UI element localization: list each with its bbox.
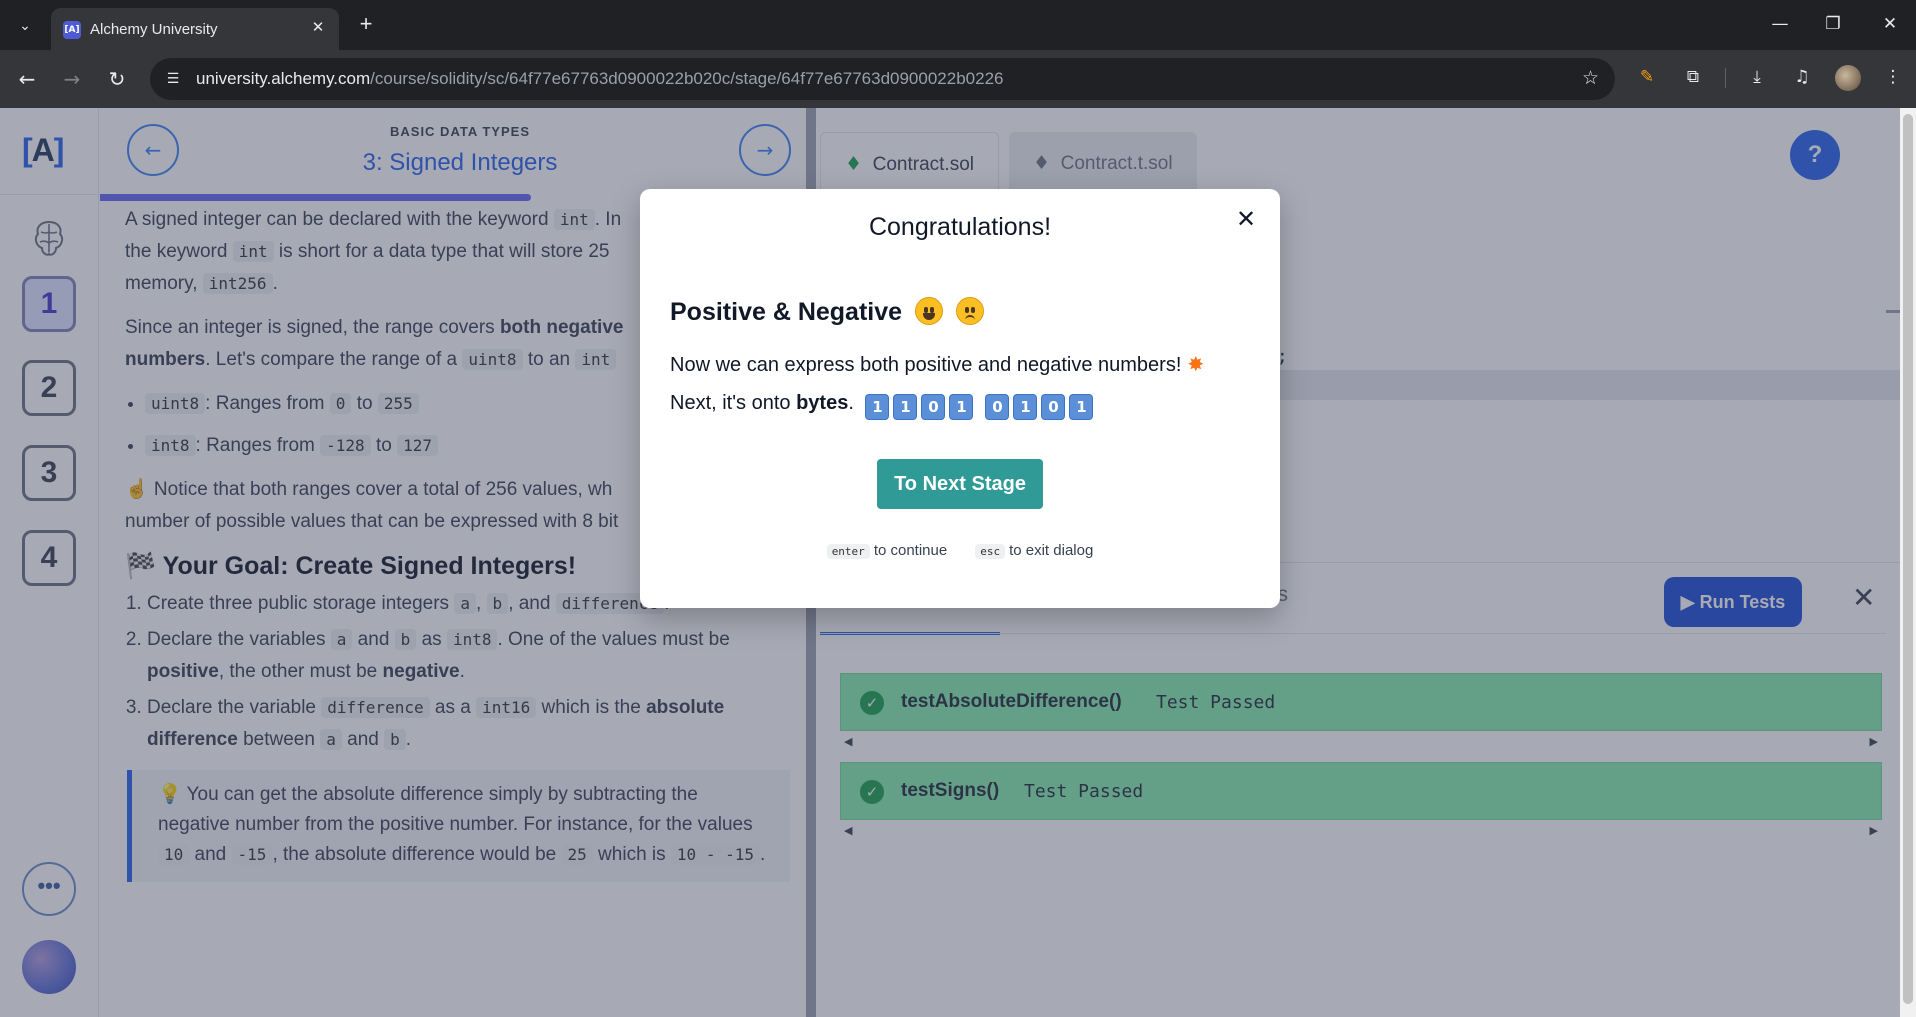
keycap-digit-icon: 1 (893, 394, 918, 420)
keycap-digit-icon: 0 (985, 394, 1010, 420)
esc-hint-text: to exit dialog (1009, 542, 1094, 559)
minimize-icon[interactable]: — (1760, 10, 1800, 38)
reload-icon[interactable]: ↻ (102, 64, 132, 94)
keycap-digit-icon: 1 (949, 394, 974, 420)
dialog-heading: Positive & Negative (670, 297, 984, 327)
tab-title: Alchemy University (90, 21, 218, 38)
keycap-digit-icon: 0 (921, 394, 946, 420)
forward-icon[interactable]: → (57, 64, 87, 94)
browser-toolbar: ← → ↻ ☰ university.alchemy.com/course/so… (0, 50, 1916, 108)
media-control-icon[interactable]: ♫ (1788, 63, 1816, 91)
window-close-icon[interactable]: ✕ (1870, 10, 1910, 38)
browser-tab[interactable]: [A] Alchemy University ✕ (51, 8, 339, 50)
esc-key-hint: esc (975, 544, 1006, 559)
pen-extension-icon[interactable]: ✎ (1633, 63, 1661, 91)
congratulations-dialog: Congratulations! ✕ Positive & Negative N… (640, 189, 1280, 608)
scrollbar-thumb[interactable] (1903, 114, 1913, 1004)
keycap-digit-icon: 1 (1013, 394, 1038, 420)
back-icon[interactable]: ← (12, 64, 42, 94)
keyboard-hints: enter to continue esc to exit dialog (640, 542, 1280, 559)
site-info-icon[interactable]: ☰ (162, 68, 184, 90)
page-scrollbar[interactable] (1900, 108, 1916, 1017)
restore-icon[interactable]: ❐ (1813, 10, 1853, 38)
extensions-puzzle-icon[interactable]: ⧉ (1679, 63, 1707, 91)
download-icon[interactable]: ⤓ (1743, 63, 1771, 91)
keycap-digit-icon: 1 (865, 394, 890, 420)
frowning-face-icon (955, 297, 984, 325)
menu-kebab-icon[interactable]: ⋮ (1879, 63, 1907, 91)
keycap-digit-icon: 0 (1041, 394, 1066, 420)
next-stage-button[interactable]: To Next Stage (877, 459, 1043, 509)
toolbar-divider (1725, 68, 1726, 88)
profile-avatar[interactable] (1835, 65, 1861, 91)
url-text[interactable]: university.alchemy.com/course/solidity/s… (196, 69, 1003, 89)
close-icon[interactable]: ✕ (1232, 205, 1260, 233)
smiley-face-icon (914, 297, 943, 325)
dialog-message-line2: Next, it's onto bytes. 11010101 (670, 392, 1097, 420)
enter-key-hint: enter (826, 544, 870, 559)
tab-strip: ⌄ [A] Alchemy University ✕ + — ❐ ✕ (0, 0, 1916, 50)
tab-close-icon[interactable]: ✕ (307, 17, 329, 39)
dialog-title: Congratulations! (868, 213, 1052, 241)
collision-icon: ✸ (1187, 352, 1205, 376)
keycap-digit-icon: 1 (1069, 394, 1094, 420)
dialog-message-line1: Now we can express both positive and neg… (670, 352, 1205, 376)
favicon-icon: [A] (63, 21, 81, 39)
new-tab-icon[interactable]: + (352, 11, 380, 39)
browser-chrome: ⌄ [A] Alchemy University ✕ + — ❐ ✕ ← → ↻… (0, 0, 1916, 108)
bookmark-star-icon[interactable]: ☆ (1582, 67, 1599, 89)
address-bar[interactable]: ☰ university.alchemy.com/course/solidity… (150, 58, 1615, 100)
enter-hint-text: to continue (873, 542, 948, 559)
tab-search-icon[interactable]: ⌄ (12, 12, 38, 38)
